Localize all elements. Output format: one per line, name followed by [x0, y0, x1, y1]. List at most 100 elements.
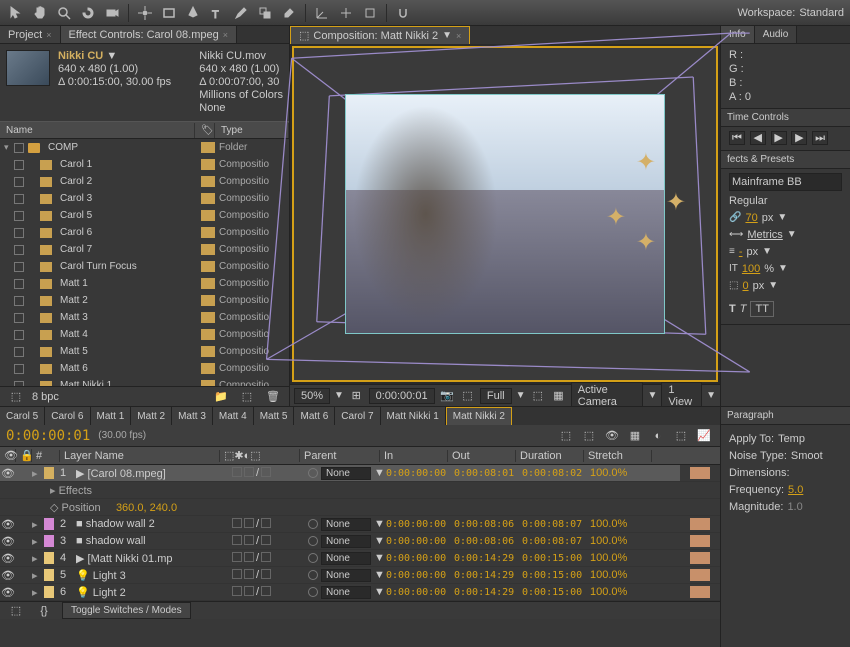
grid-icon[interactable]: ⊞	[348, 386, 365, 406]
col-type[interactable]: Type	[215, 123, 289, 138]
col-number[interactable]: #	[32, 450, 60, 462]
search-input[interactable]	[729, 173, 842, 191]
axis-local[interactable]	[312, 3, 332, 23]
layer-row[interactable]: 👁▸1▶ [Carol 08.mpeg]/None▼0:00:00:000:00…	[0, 465, 680, 482]
metrics-link[interactable]: Metrics	[747, 228, 782, 242]
camera-tool[interactable]	[102, 3, 122, 23]
first-frame-button[interactable]: ⏮	[729, 131, 745, 145]
timeline-tab[interactable]: Matt 4	[213, 407, 254, 425]
close-icon[interactable]: ×	[46, 30, 51, 40]
workspace-value[interactable]: Standard	[799, 7, 844, 19]
roi-icon[interactable]: ⬚	[530, 386, 547, 406]
close-icon[interactable]: ×	[456, 31, 461, 41]
audio-tab[interactable]: Audio	[755, 26, 798, 43]
layer-row[interactable]: 👁▸6💡 Light 2/None▼0:00:00:000:00:14:290:…	[0, 584, 680, 601]
col-out[interactable]: Out	[448, 450, 516, 462]
snap-toggle[interactable]	[393, 3, 413, 23]
project-item[interactable]: Matt 1Compositio	[0, 275, 289, 292]
last-frame-button[interactable]: ⏭	[812, 131, 828, 145]
motion-blur-icon[interactable]: ◐	[648, 426, 668, 446]
play-button[interactable]: ▶	[771, 131, 787, 145]
layer-row[interactable]: ▸ Effects	[0, 482, 680, 499]
current-time[interactable]: 0:00:00:01	[6, 428, 90, 444]
eraser-tool[interactable]	[279, 3, 299, 23]
timeline-tab[interactable]: Matt 3	[172, 407, 213, 425]
text-tool[interactable]: T	[207, 3, 227, 23]
project-item[interactable]: Matt 2Compositio	[0, 292, 289, 309]
project-item[interactable]: Carol 3Compositio	[0, 190, 289, 207]
effects-presets-tab[interactable]: fects & Presets	[721, 151, 850, 169]
timeline-tab[interactable]: Carol 6	[45, 407, 90, 425]
col-name[interactable]: Name	[0, 123, 195, 138]
snapshot-icon[interactable]: 📷	[439, 386, 456, 406]
channel-icon[interactable]: ⬚	[459, 386, 476, 406]
project-item[interactable]: Carol 7Compositio	[0, 241, 289, 258]
layer-list[interactable]: 👁▸1▶ [Carol 08.mpeg]/None▼0:00:00:000:00…	[0, 465, 680, 601]
noise-type-value[interactable]: Smoot	[791, 449, 823, 463]
paragraph-tab[interactable]: Paragraph	[721, 407, 850, 425]
timeline-tab[interactable]: Matt 2	[131, 407, 172, 425]
bpc-display[interactable]: 8 bpc	[32, 391, 59, 403]
magnitude-value[interactable]: 1.0	[787, 500, 802, 514]
anchor-tool[interactable]	[135, 3, 155, 23]
frame-blend-icon[interactable]: ▦	[625, 426, 645, 446]
project-list[interactable]: ▾COMPFolderCarol 1CompositioCarol 2Compo…	[0, 139, 289, 386]
graph-icon[interactable]: 📈	[694, 426, 714, 446]
project-item[interactable]: Matt 3Compositio	[0, 309, 289, 326]
time-display[interactable]: 0:00:00:01	[369, 388, 435, 404]
toggle-modes-button[interactable]: Toggle Switches / Modes	[62, 602, 191, 619]
expand-icon[interactable]: ⬚	[6, 601, 26, 621]
project-item[interactable]: ▾COMPFolder	[0, 139, 289, 156]
scale-value[interactable]: 100	[742, 262, 760, 276]
brainstorm-icon[interactable]: ⬚	[671, 426, 691, 446]
timeline-tab[interactable]: Matt Nikki 2	[446, 407, 512, 425]
rotate-tool[interactable]	[78, 3, 98, 23]
timeline-bars[interactable]	[680, 465, 720, 601]
layer-row[interactable]: ◇ Position 360.0, 240.0	[0, 499, 680, 516]
hand-tool[interactable]	[30, 3, 50, 23]
frequency-value[interactable]: 5.0	[788, 483, 803, 497]
layer-row[interactable]: 👁▸5💡 Light 3/None▼0:00:00:000:00:14:290:…	[0, 567, 680, 584]
project-item[interactable]: Carol 1Compositio	[0, 156, 289, 173]
col-parent[interactable]: Parent	[300, 450, 380, 462]
project-item[interactable]: Carol 6Compositio	[0, 224, 289, 241]
project-item[interactable]: Matt 6Compositio	[0, 360, 289, 377]
col-in[interactable]: In	[380, 450, 448, 462]
toggle-icon[interactable]: {}	[34, 601, 54, 621]
layer-row[interactable]: 👁▸4▶ [Matt Nikki 01.mp/None▼0:00:00:000:…	[0, 550, 680, 567]
trash-icon[interactable]: 🗑	[263, 387, 283, 407]
col-stretch[interactable]: Stretch	[584, 450, 652, 462]
clone-tool[interactable]	[255, 3, 275, 23]
draft3d-icon[interactable]: ⬚	[579, 426, 599, 446]
project-item[interactable]: Carol 2Compositio	[0, 173, 289, 190]
brush-tool[interactable]	[231, 3, 251, 23]
project-item[interactable]: Carol Turn FocusCompositio	[0, 258, 289, 275]
project-item[interactable]: Carol 5Compositio	[0, 207, 289, 224]
info-tab[interactable]: Info	[721, 26, 755, 43]
col-duration[interactable]: Duration	[516, 450, 584, 462]
zoom-tool[interactable]	[54, 3, 74, 23]
project-item[interactable]: Matt Nikki 1Compositio	[0, 377, 289, 386]
selection-tool[interactable]	[6, 3, 26, 23]
time-controls-tab[interactable]: Time Controls	[721, 109, 850, 127]
size-value[interactable]: 70	[745, 211, 757, 225]
composition-tab[interactable]: ⬚Composition: Matt Nikki 2 ▼×	[290, 26, 470, 44]
project-item[interactable]: Matt 5Compositio	[0, 343, 289, 360]
col-label[interactable]: 🏷	[195, 123, 215, 138]
timeline-tab[interactable]: Matt 1	[91, 407, 132, 425]
next-frame-button[interactable]: ▶	[791, 131, 807, 145]
comp-flowchart-icon[interactable]: ⬚	[556, 426, 576, 446]
layer-row[interactable]: 👁▸3■ shadow wall/None▼0:00:00:000:00:08:…	[0, 533, 680, 550]
transparent-icon[interactable]: ▦	[550, 386, 567, 406]
timeline-tab[interactable]: Carol 7	[335, 407, 380, 425]
timeline-tab[interactable]: Matt 5	[254, 407, 295, 425]
timeline-tab[interactable]: Matt Nikki 1	[381, 407, 446, 425]
effect-controls-tab[interactable]: Effect Controls: Carol 08.mpeg×	[61, 26, 237, 43]
project-item[interactable]: Matt 4Compositio	[0, 326, 289, 343]
interpret-icon[interactable]: ⬚	[6, 387, 26, 407]
axis-world[interactable]	[336, 3, 356, 23]
zoom-select[interactable]: 50%	[294, 388, 330, 404]
new-comp-icon[interactable]: ⬚	[237, 387, 257, 407]
axis-view[interactable]	[360, 3, 380, 23]
dash-value[interactable]: -	[739, 245, 743, 259]
